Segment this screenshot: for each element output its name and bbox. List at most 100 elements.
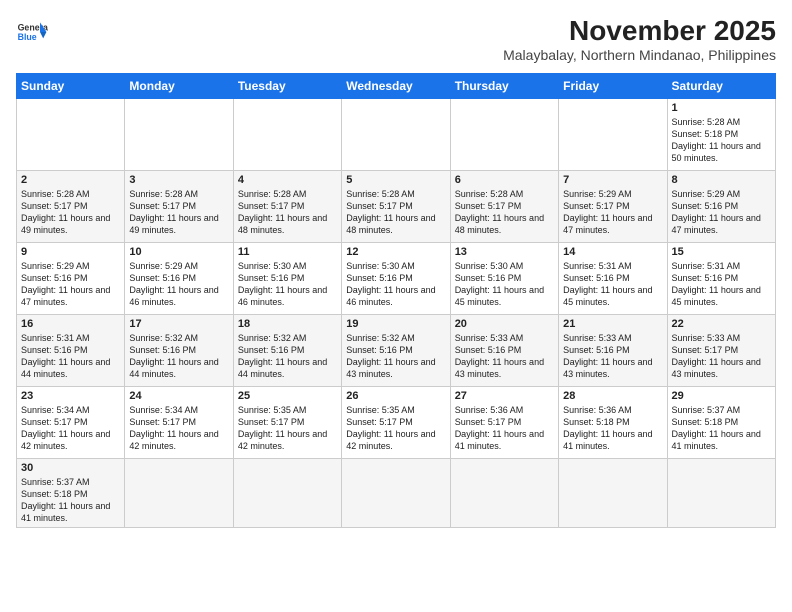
day-info: Sunrise: 5:28 AMSunset: 5:17 PMDaylight:… <box>21 188 120 237</box>
table-row <box>125 98 233 170</box>
day-number: 29 <box>672 390 771 402</box>
day-number: 11 <box>238 246 337 258</box>
day-number: 16 <box>21 318 120 330</box>
table-row <box>342 98 450 170</box>
table-row <box>667 458 775 528</box>
header-row: Sunday Monday Tuesday Wednesday Thursday… <box>17 73 776 98</box>
day-number: 4 <box>238 174 337 186</box>
table-row <box>342 458 450 528</box>
table-row: 29 Sunrise: 5:37 AMSunset: 5:18 PMDaylig… <box>667 386 775 458</box>
day-info: Sunrise: 5:30 AMSunset: 5:16 PMDaylight:… <box>455 260 554 309</box>
day-info: Sunrise: 5:31 AMSunset: 5:16 PMDaylight:… <box>21 332 120 381</box>
day-number: 17 <box>129 318 228 330</box>
day-number: 28 <box>563 390 662 402</box>
page-header: General Blue November 2025 Malaybalay, N… <box>16 16 776 63</box>
day-number: 27 <box>455 390 554 402</box>
table-row: 11 Sunrise: 5:30 AMSunset: 5:16 PMDaylig… <box>233 242 341 314</box>
table-row: 20 Sunrise: 5:33 AMSunset: 5:16 PMDaylig… <box>450 314 558 386</box>
table-row <box>233 98 341 170</box>
day-number: 15 <box>672 246 771 258</box>
table-row: 12 Sunrise: 5:30 AMSunset: 5:16 PMDaylig… <box>342 242 450 314</box>
day-info: Sunrise: 5:36 AMSunset: 5:17 PMDaylight:… <box>455 404 554 453</box>
day-info: Sunrise: 5:32 AMSunset: 5:16 PMDaylight:… <box>129 332 228 381</box>
col-friday: Friday <box>559 73 667 98</box>
col-thursday: Thursday <box>450 73 558 98</box>
table-row: 10 Sunrise: 5:29 AMSunset: 5:16 PMDaylig… <box>125 242 233 314</box>
page-title: November 2025 <box>503 16 776 47</box>
table-row: 9 Sunrise: 5:29 AMSunset: 5:16 PMDayligh… <box>17 242 125 314</box>
day-number: 12 <box>346 246 445 258</box>
day-number: 5 <box>346 174 445 186</box>
table-row: 18 Sunrise: 5:32 AMSunset: 5:16 PMDaylig… <box>233 314 341 386</box>
day-info: Sunrise: 5:29 AMSunset: 5:16 PMDaylight:… <box>21 260 120 309</box>
day-number: 10 <box>129 246 228 258</box>
title-block: November 2025 Malaybalay, Northern Minda… <box>503 16 776 63</box>
day-info: Sunrise: 5:37 AMSunset: 5:18 PMDaylight:… <box>672 404 771 453</box>
calendar-header: Sunday Monday Tuesday Wednesday Thursday… <box>17 73 776 98</box>
day-info: Sunrise: 5:30 AMSunset: 5:16 PMDaylight:… <box>346 260 445 309</box>
day-number: 14 <box>563 246 662 258</box>
day-number: 2 <box>21 174 120 186</box>
day-info: Sunrise: 5:30 AMSunset: 5:16 PMDaylight:… <box>238 260 337 309</box>
svg-text:Blue: Blue <box>18 32 37 42</box>
col-saturday: Saturday <box>667 73 775 98</box>
table-row: 7 Sunrise: 5:29 AMSunset: 5:17 PMDayligh… <box>559 170 667 242</box>
col-tuesday: Tuesday <box>233 73 341 98</box>
day-info: Sunrise: 5:32 AMSunset: 5:16 PMDaylight:… <box>238 332 337 381</box>
day-info: Sunrise: 5:36 AMSunset: 5:18 PMDaylight:… <box>563 404 662 453</box>
table-row: 15 Sunrise: 5:31 AMSunset: 5:16 PMDaylig… <box>667 242 775 314</box>
day-number: 22 <box>672 318 771 330</box>
day-info: Sunrise: 5:28 AMSunset: 5:17 PMDaylight:… <box>238 188 337 237</box>
day-number: 6 <box>455 174 554 186</box>
table-row <box>559 458 667 528</box>
day-number: 25 <box>238 390 337 402</box>
day-info: Sunrise: 5:31 AMSunset: 5:16 PMDaylight:… <box>672 260 771 309</box>
day-number: 20 <box>455 318 554 330</box>
table-row: 16 Sunrise: 5:31 AMSunset: 5:16 PMDaylig… <box>17 314 125 386</box>
day-number: 19 <box>346 318 445 330</box>
calendar-body: 1 Sunrise: 5:28 AMSunset: 5:18 PMDayligh… <box>17 98 776 528</box>
table-row <box>17 98 125 170</box>
logo: General Blue <box>16 16 48 48</box>
day-number: 3 <box>129 174 228 186</box>
page-subtitle: Malaybalay, Northern Mindanao, Philippin… <box>503 47 776 63</box>
day-number: 24 <box>129 390 228 402</box>
day-info: Sunrise: 5:32 AMSunset: 5:16 PMDaylight:… <box>346 332 445 381</box>
day-info: Sunrise: 5:28 AMSunset: 5:17 PMDaylight:… <box>346 188 445 237</box>
day-number: 21 <box>563 318 662 330</box>
table-row: 30 Sunrise: 5:37 AMSunset: 5:18 PMDaylig… <box>17 458 125 528</box>
day-info: Sunrise: 5:29 AMSunset: 5:16 PMDaylight:… <box>672 188 771 237</box>
day-number: 13 <box>455 246 554 258</box>
table-row: 24 Sunrise: 5:34 AMSunset: 5:17 PMDaylig… <box>125 386 233 458</box>
table-row: 23 Sunrise: 5:34 AMSunset: 5:17 PMDaylig… <box>17 386 125 458</box>
table-row: 19 Sunrise: 5:32 AMSunset: 5:16 PMDaylig… <box>342 314 450 386</box>
day-number: 26 <box>346 390 445 402</box>
table-row: 25 Sunrise: 5:35 AMSunset: 5:17 PMDaylig… <box>233 386 341 458</box>
day-number: 18 <box>238 318 337 330</box>
day-info: Sunrise: 5:28 AMSunset: 5:18 PMDaylight:… <box>672 116 771 165</box>
table-row <box>450 98 558 170</box>
day-info: Sunrise: 5:33 AMSunset: 5:16 PMDaylight:… <box>455 332 554 381</box>
calendar-table: Sunday Monday Tuesday Wednesday Thursday… <box>16 73 776 529</box>
day-info: Sunrise: 5:29 AMSunset: 5:16 PMDaylight:… <box>129 260 228 309</box>
table-row: 1 Sunrise: 5:28 AMSunset: 5:18 PMDayligh… <box>667 98 775 170</box>
day-number: 23 <box>21 390 120 402</box>
day-info: Sunrise: 5:33 AMSunset: 5:17 PMDaylight:… <box>672 332 771 381</box>
table-row: 28 Sunrise: 5:36 AMSunset: 5:18 PMDaylig… <box>559 386 667 458</box>
table-row: 17 Sunrise: 5:32 AMSunset: 5:16 PMDaylig… <box>125 314 233 386</box>
table-row: 8 Sunrise: 5:29 AMSunset: 5:16 PMDayligh… <box>667 170 775 242</box>
table-row: 4 Sunrise: 5:28 AMSunset: 5:17 PMDayligh… <box>233 170 341 242</box>
day-info: Sunrise: 5:37 AMSunset: 5:18 PMDaylight:… <box>21 476 120 525</box>
day-number: 7 <box>563 174 662 186</box>
day-number: 1 <box>672 102 771 114</box>
col-wednesday: Wednesday <box>342 73 450 98</box>
day-info: Sunrise: 5:35 AMSunset: 5:17 PMDaylight:… <box>346 404 445 453</box>
day-info: Sunrise: 5:28 AMSunset: 5:17 PMDaylight:… <box>455 188 554 237</box>
day-number: 8 <box>672 174 771 186</box>
day-info: Sunrise: 5:35 AMSunset: 5:17 PMDaylight:… <box>238 404 337 453</box>
table-row: 21 Sunrise: 5:33 AMSunset: 5:16 PMDaylig… <box>559 314 667 386</box>
table-row: 22 Sunrise: 5:33 AMSunset: 5:17 PMDaylig… <box>667 314 775 386</box>
table-row: 6 Sunrise: 5:28 AMSunset: 5:17 PMDayligh… <box>450 170 558 242</box>
col-sunday: Sunday <box>17 73 125 98</box>
day-info: Sunrise: 5:34 AMSunset: 5:17 PMDaylight:… <box>129 404 228 453</box>
